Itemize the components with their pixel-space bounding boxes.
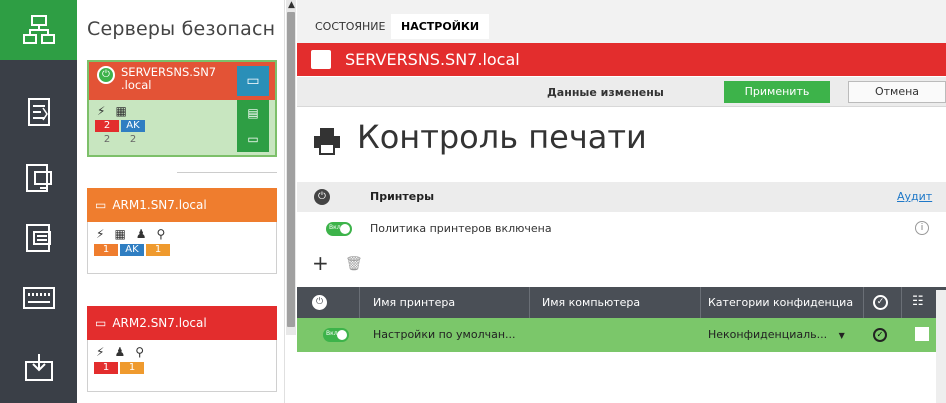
cancel-button[interactable]: Отмена: [848, 81, 946, 103]
badge-count: 2: [129, 134, 137, 145]
tree-scrollbar-thumb[interactable]: [287, 12, 295, 327]
server-card-name-suffix: .local: [121, 78, 152, 92]
monitor-icon: ▭: [95, 198, 107, 212]
badge-ak: AK: [120, 244, 144, 256]
power-event-icon: ⚡: [97, 104, 106, 118]
log-icon: [25, 224, 51, 252]
changes-status: Данные изменены: [547, 86, 664, 99]
rail-log-button[interactable]: [0, 208, 77, 268]
toggle-label: Вкл: [329, 224, 341, 231]
server-status-button[interactable]: ▤ ▭: [237, 100, 269, 152]
policy-icon: [27, 98, 50, 126]
printers-table-header: ⏻ Имя принтера Имя компьютера Категории …: [297, 287, 946, 318]
cell-printer-name: Настройки по умолчан...: [373, 328, 516, 341]
install-icon: [24, 354, 53, 381]
toggle-label: Вкл: [326, 330, 338, 337]
rail-devices-button[interactable]: [0, 148, 77, 208]
page-title: Контроль печати: [357, 118, 647, 156]
badge-count: 1: [94, 244, 118, 256]
server-card-arm1[interactable]: ▭ ARM1.SN7.local ⚡ ▦ ♟ ⚲ 1 AK 1: [87, 188, 277, 274]
check-circle-icon: ✓: [873, 295, 888, 310]
rail-network-button[interactable]: [0, 0, 77, 60]
keyboard-icon: [22, 287, 55, 309]
server-icon: ▤: [247, 106, 259, 120]
apply-button[interactable]: Применить: [724, 81, 830, 103]
dropdown-arrow-icon: ▼: [838, 331, 845, 340]
check-circle-icon: ✓: [873, 328, 887, 342]
server-card-serversns[interactable]: ⏻ SERVERSNS.SN7 .local ⚡ ▦ 2 AK 2 2 ▭ ▤ …: [87, 60, 277, 157]
server-header-bar: SERVERSNS.SN7.local: [297, 43, 946, 76]
server-card-name: ARM2.SN7.local: [112, 316, 207, 330]
rail-policy-button[interactable]: [0, 82, 77, 142]
chip-icon: ▦: [115, 104, 127, 118]
divider: [177, 172, 277, 173]
row-checkbox[interactable]: [915, 327, 929, 341]
cell-privacy-category[interactable]: Неконфиденциаль... ▼: [708, 328, 845, 341]
column-printer-name[interactable]: Имя принтера: [373, 296, 455, 309]
tab-bar: СОСТОЯНИЕ НАСТРОЙКИ: [297, 0, 946, 43]
audit-link[interactable]: Аудит: [897, 190, 932, 203]
badge-count: 1: [120, 362, 144, 374]
trash-icon: 🗑: [345, 256, 363, 272]
monitor-icon: ▭: [246, 73, 260, 89]
user-icon: ♟: [114, 345, 126, 359]
rail-install-button[interactable]: [0, 338, 77, 398]
badge-count: 2: [103, 134, 111, 145]
badge-count: 1: [94, 362, 118, 374]
power-event-icon: ⚡: [96, 227, 105, 241]
section-title: Принтеры: [370, 190, 435, 203]
table-row[interactable]: Вкл Настройки по умолчан... Неконфиденци…: [297, 318, 946, 352]
tree-title: Серверы безопасн: [87, 18, 276, 40]
columns-icon[interactable]: ☷: [912, 294, 924, 309]
monitor-icon: ▭: [247, 132, 259, 146]
tab-status[interactable]: СОСТОЯНИЕ: [305, 14, 396, 39]
chip-icon: ▦: [114, 227, 126, 241]
info-icon[interactable]: i: [915, 221, 929, 235]
column-computer-name[interactable]: Имя компьютера: [542, 296, 640, 309]
power-event-icon: ⚡: [96, 345, 105, 359]
server-card-name: ARM1.SN7.local: [112, 198, 207, 212]
server-tree-panel: Серверы безопасн ⏻ SERVERSNS.SN7 .local …: [77, 0, 285, 403]
scroll-up-arrow-icon[interactable]: ▲: [288, 0, 295, 10]
badge-count: 1: [146, 244, 170, 256]
badge-ak: AK: [121, 120, 145, 132]
add-printer-button[interactable]: +: [312, 253, 329, 273]
tab-settings[interactable]: НАСТРОЙКИ: [391, 14, 490, 39]
server-card-arm2[interactable]: ▭ ARM2.SN7.local ⚡ ♟ ⚲ 1 1: [87, 306, 277, 392]
devices-icon: [25, 164, 52, 192]
printer-icon: [312, 126, 342, 160]
action-toolbar: Данные изменены Применить Отмена: [297, 77, 946, 107]
rail-keyboard-button[interactable]: [0, 268, 77, 328]
usb-icon: ⚲: [156, 227, 166, 241]
nav-rail: [0, 0, 77, 403]
computer-button[interactable]: ▭: [237, 66, 269, 96]
server-icon: [311, 50, 331, 69]
printers-section-header: ⏻ Принтеры Аудит: [297, 182, 946, 212]
row-enable-toggle[interactable]: Вкл: [323, 328, 349, 342]
usb-icon: ⚲: [135, 345, 144, 359]
delete-printer-button[interactable]: 🗑: [345, 256, 363, 272]
policy-status-text: Политика принтеров включена: [370, 222, 552, 235]
network-icon: [22, 15, 55, 44]
power-icon: ⏻: [97, 66, 115, 84]
category-value: Неконфиденциаль...: [708, 328, 828, 341]
power-icon: ⏻: [314, 189, 330, 205]
badge-count: 2: [95, 120, 119, 132]
user-icon: ♟: [135, 227, 147, 241]
server-name: SERVERSNS.SN7.local: [345, 50, 520, 69]
printer-policy-toggle[interactable]: Вкл: [326, 222, 352, 236]
server-card-name: SERVERSNS.SN7: [121, 65, 217, 79]
monitor-icon: ▭: [95, 316, 107, 330]
column-privacy-categories[interactable]: Категории конфиденциа: [708, 296, 853, 309]
power-icon: ⏻: [312, 295, 327, 310]
table-scrollbar[interactable]: [936, 290, 946, 403]
